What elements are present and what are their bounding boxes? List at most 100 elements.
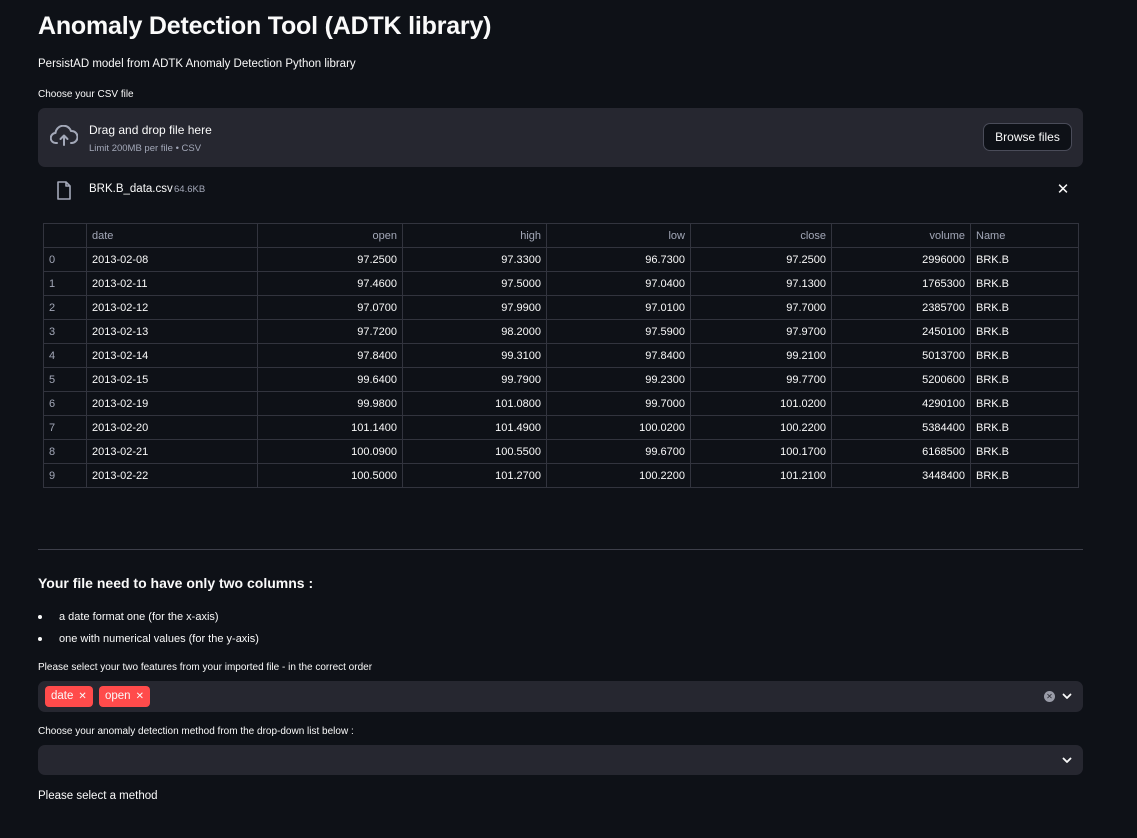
clear-all-icon[interactable]: ✕ [1044, 691, 1055, 702]
table-cell[interactable]: 100.2200 [546, 463, 691, 488]
table-cell[interactable]: 4290100 [831, 391, 971, 416]
table-cell[interactable]: BRK.B [970, 415, 1079, 440]
table-cell[interactable]: 96.7300 [546, 247, 691, 272]
table-row[interactable]: 9 2013-02-22 100.5000 101.2700 100.2200 101.2… [43, 463, 1079, 488]
data-preview-table[interactable]: date open high low close volume Name 0 20… [43, 223, 1079, 488]
table-cell[interactable]: 2013-02-12 [86, 295, 258, 320]
row-index-cell[interactable]: 3 [43, 319, 87, 344]
remove-file-close-icon[interactable]: ✕ [1055, 182, 1071, 198]
row-index-cell[interactable]: 0 [43, 247, 87, 272]
table-cell[interactable]: 2013-02-22 [86, 463, 258, 488]
browse-files-button[interactable]: Browse files [983, 123, 1072, 151]
table-cell[interactable]: 100.2200 [690, 415, 832, 440]
table-cell[interactable]: 97.2500 [257, 247, 403, 272]
table-cell[interactable]: 101.1400 [257, 415, 403, 440]
table-cell[interactable]: 2450100 [831, 319, 971, 344]
table-cell[interactable]: 3448400 [831, 463, 971, 488]
remove-tag-close-icon[interactable]: ✕ [136, 691, 144, 702]
table-cell[interactable]: BRK.B [970, 391, 1079, 416]
table-row[interactable]: 5 2013-02-15 99.6400 99.7900 99.2300 99.7700 5… [43, 367, 1079, 392]
table-row[interactable]: 8 2013-02-21 100.0900 100.5500 99.6700 100.17… [43, 439, 1079, 464]
table-cell[interactable]: 97.2500 [690, 247, 832, 272]
table-cell[interactable]: 99.9800 [257, 391, 403, 416]
table-cell[interactable]: 97.1300 [690, 271, 832, 296]
row-index-cell[interactable]: 2 [43, 295, 87, 320]
table-row[interactable]: 7 2013-02-20 101.1400 101.4900 100.0200 100.2… [43, 415, 1079, 440]
table-row[interactable]: 3 2013-02-13 97.7200 98.2000 97.5900 97.9700 2… [43, 319, 1079, 344]
table-cell[interactable]: 2013-02-11 [86, 271, 258, 296]
table-cell[interactable]: 99.3100 [402, 343, 547, 368]
table-cell[interactable]: 1765300 [831, 271, 971, 296]
table-row[interactable]: 2 2013-02-12 97.0700 97.9900 97.0100 97.7000 2… [43, 295, 1079, 320]
table-row[interactable]: 1 2013-02-11 97.4600 97.5000 97.0400 97.1300 1… [43, 271, 1079, 296]
row-index-cell[interactable]: 6 [43, 391, 87, 416]
table-cell[interactable]: BRK.B [970, 367, 1079, 392]
table-cell[interactable]: 97.8400 [546, 343, 691, 368]
chevron-down-icon[interactable] [1061, 754, 1073, 766]
table-cell[interactable]: 2013-02-21 [86, 439, 258, 464]
row-index-cell[interactable]: 4 [43, 343, 87, 368]
remove-tag-close-icon[interactable]: ✕ [78, 691, 86, 702]
table-cell[interactable]: 99.6400 [257, 367, 403, 392]
row-index-cell[interactable]: 8 [43, 439, 87, 464]
table-cell[interactable]: 5200600 [831, 367, 971, 392]
table-cell[interactable]: 100.5000 [257, 463, 403, 488]
table-cell[interactable]: 99.2300 [546, 367, 691, 392]
table-cell[interactable]: BRK.B [970, 463, 1079, 488]
table-cell[interactable]: 2996000 [831, 247, 971, 272]
table-cell[interactable]: 97.5900 [546, 319, 691, 344]
table-cell[interactable]: 5013700 [831, 343, 971, 368]
table-cell[interactable]: 97.0700 [257, 295, 403, 320]
table-cell[interactable]: 97.5000 [402, 271, 547, 296]
column-header[interactable]: Name [970, 223, 1079, 248]
table-cell[interactable]: 99.2100 [690, 343, 832, 368]
table-cell[interactable]: 2013-02-08 [86, 247, 258, 272]
table-cell[interactable]: 97.4600 [257, 271, 403, 296]
table-cell[interactable]: BRK.B [970, 247, 1079, 272]
table-cell[interactable]: 6168500 [831, 439, 971, 464]
table-cell[interactable]: 100.1700 [690, 439, 832, 464]
table-cell[interactable]: 97.7000 [690, 295, 832, 320]
table-cell[interactable]: 101.0200 [690, 391, 832, 416]
table-cell[interactable]: 97.8400 [257, 343, 403, 368]
table-cell[interactable]: 100.0900 [257, 439, 403, 464]
table-cell[interactable]: 101.2100 [690, 463, 832, 488]
file-uploader-dropzone[interactable]: Drag and drop file here Limit 200MB per … [38, 108, 1083, 167]
table-cell[interactable]: 97.9700 [690, 319, 832, 344]
table-cell[interactable]: 100.0200 [546, 415, 691, 440]
table-cell[interactable]: BRK.B [970, 343, 1079, 368]
table-cell[interactable]: 97.7200 [257, 319, 403, 344]
row-index-cell[interactable]: 7 [43, 415, 87, 440]
table-cell[interactable]: 2013-02-19 [86, 391, 258, 416]
column-header[interactable]: date [86, 223, 258, 248]
column-header[interactable]: low [546, 223, 691, 248]
table-cell[interactable]: 101.0800 [402, 391, 547, 416]
features-multiselect[interactable]: date ✕ open ✕ ✕ [38, 681, 1083, 712]
column-header[interactable]: open [257, 223, 403, 248]
table-cell[interactable]: BRK.B [970, 319, 1079, 344]
table-cell[interactable]: 97.9900 [402, 295, 547, 320]
table-cell[interactable]: 101.4900 [402, 415, 547, 440]
column-header[interactable]: high [402, 223, 547, 248]
table-cell[interactable]: 2013-02-13 [86, 319, 258, 344]
row-index-cell[interactable]: 5 [43, 367, 87, 392]
row-index-cell[interactable]: 9 [43, 463, 87, 488]
table-cell[interactable]: 97.0400 [546, 271, 691, 296]
table-cell[interactable]: 99.7900 [402, 367, 547, 392]
table-cell[interactable]: BRK.B [970, 271, 1079, 296]
table-cell[interactable]: 98.2000 [402, 319, 547, 344]
column-header[interactable] [43, 223, 87, 248]
table-row[interactable]: 0 2013-02-08 97.2500 97.3300 96.7300 97.2500 2… [43, 247, 1079, 272]
chevron-down-icon[interactable] [1061, 690, 1073, 702]
table-cell[interactable]: 2013-02-14 [86, 343, 258, 368]
table-cell[interactable]: BRK.B [970, 439, 1079, 464]
table-row[interactable]: 4 2013-02-14 97.8400 99.3100 97.8400 99.2100 5… [43, 343, 1079, 368]
table-cell[interactable]: 101.2700 [402, 463, 547, 488]
table-cell[interactable]: 97.3300 [402, 247, 547, 272]
table-cell[interactable]: 2013-02-15 [86, 367, 258, 392]
table-cell[interactable]: 2013-02-20 [86, 415, 258, 440]
table-cell[interactable]: 100.5500 [402, 439, 547, 464]
table-row[interactable]: 6 2013-02-19 99.9800 101.0800 99.7000 101.020… [43, 391, 1079, 416]
table-cell[interactable]: BRK.B [970, 295, 1079, 320]
column-header[interactable]: close [690, 223, 832, 248]
